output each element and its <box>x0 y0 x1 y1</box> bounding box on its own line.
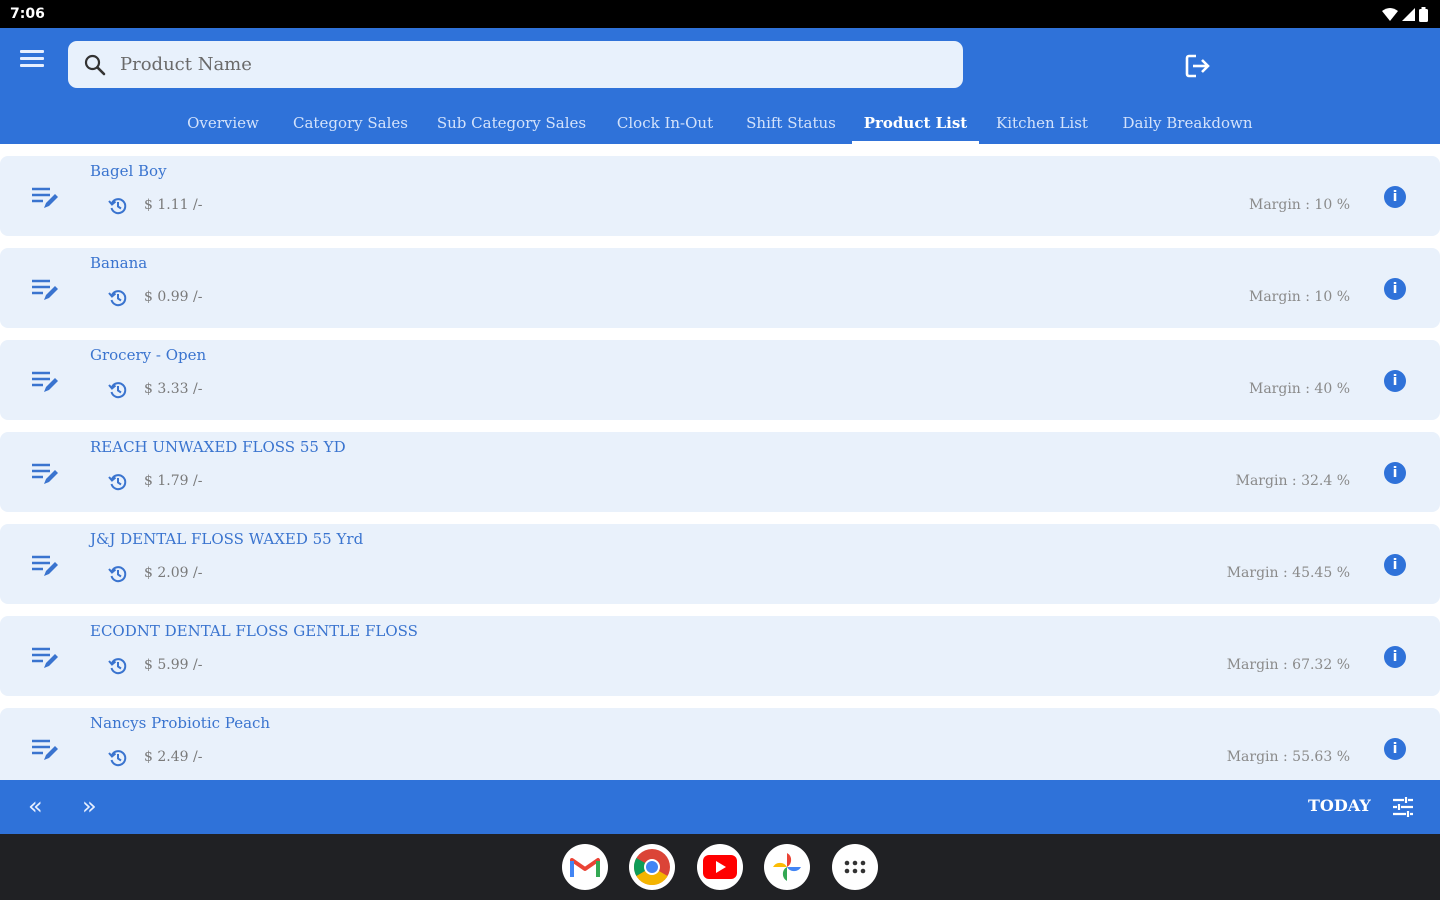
photos-icon[interactable] <box>764 844 810 890</box>
gmail-icon[interactable] <box>562 844 608 890</box>
tab-sub-category-sales[interactable]: Sub Category Sales <box>423 102 600 144</box>
tab-kitchen-list[interactable]: Kitchen List <box>979 102 1105 144</box>
history-icon <box>108 198 127 215</box>
product-price: $ 2.49 /- <box>144 749 203 765</box>
status-bar: 7:06 <box>0 0 1440 28</box>
tab-daily-breakdown[interactable]: Daily Breakdown <box>1105 102 1270 144</box>
product-name: J&J DENTAL FLOSS WAXED 55 Yrd <box>90 530 364 548</box>
info-icon[interactable]: i <box>1384 462 1406 484</box>
tab-overview[interactable]: Overview <box>168 102 278 144</box>
history-icon <box>108 474 127 491</box>
chrome-icon[interactable] <box>629 844 675 890</box>
product-card[interactable]: Banana $ 0.99 /- Margin : 10 % i <box>0 248 1440 328</box>
history-icon <box>108 290 127 307</box>
bottom-toolbar: « » TODAY <box>0 780 1440 834</box>
info-icon[interactable]: i <box>1384 646 1406 668</box>
info-icon[interactable]: i <box>1384 370 1406 392</box>
history-icon <box>108 750 127 767</box>
status-time: 7:06 <box>10 6 45 22</box>
product-margin: Margin : 10 % <box>1248 289 1350 305</box>
tune-filter-icon[interactable] <box>1391 795 1415 819</box>
next-date-button[interactable]: » <box>82 794 97 818</box>
product-card[interactable]: Bagel Boy $ 1.11 /- Margin : 10 % i <box>0 156 1440 236</box>
product-margin: Margin : 55.63 % <box>1226 749 1350 765</box>
product-name: REACH UNWAXED FLOSS 55 YD <box>90 438 346 456</box>
product-margin: Margin : 32.4 % <box>1235 473 1350 489</box>
product-card[interactable]: J&J DENTAL FLOSS WAXED 55 Yrd $ 2.09 /- … <box>0 524 1440 604</box>
product-list[interactable]: Bagel Boy $ 1.11 /- Margin : 10 % i Bana… <box>0 144 1440 780</box>
product-price: $ 0.99 /- <box>144 289 203 305</box>
info-icon[interactable]: i <box>1384 278 1406 300</box>
wifi-icon <box>1382 7 1398 21</box>
product-card[interactable]: REACH UNWAXED FLOSS 55 YD $ 1.79 /- Marg… <box>0 432 1440 512</box>
product-price: $ 1.79 /- <box>144 473 203 489</box>
search-icon <box>84 54 106 75</box>
edit-note-icon[interactable] <box>32 278 60 302</box>
product-margin: Margin : 67.32 % <box>1226 657 1350 673</box>
logout-icon[interactable] <box>1182 52 1212 80</box>
product-price: $ 2.09 /- <box>144 565 203 581</box>
tab-category-sales[interactable]: Category Sales <box>278 102 423 144</box>
hamburger-menu-icon[interactable] <box>20 50 44 70</box>
info-icon[interactable]: i <box>1384 186 1406 208</box>
product-price: $ 5.99 /- <box>144 657 203 673</box>
youtube-icon[interactable] <box>697 844 743 890</box>
edit-note-icon[interactable] <box>32 370 60 394</box>
tab-clock-in-out[interactable]: Clock In-Out <box>600 102 730 144</box>
tab-product-list[interactable]: Product List <box>852 102 979 144</box>
product-name: ECODNT DENTAL FLOSS GENTLE FLOSS <box>90 622 418 640</box>
product-price: $ 1.11 /- <box>144 197 203 213</box>
edit-note-icon[interactable] <box>32 738 60 762</box>
product-name: Banana <box>90 254 148 272</box>
product-name: Bagel Boy <box>90 162 167 180</box>
signal-icon <box>1402 7 1415 21</box>
status-icons <box>1382 6 1428 22</box>
tab-shift-status[interactable]: Shift Status <box>730 102 852 144</box>
tab-bar: Overview Category Sales Sub Category Sal… <box>0 102 1440 144</box>
edit-note-icon[interactable] <box>32 186 60 210</box>
search-box[interactable] <box>68 41 963 88</box>
product-margin: Margin : 45.45 % <box>1226 565 1350 581</box>
info-icon[interactable]: i <box>1384 554 1406 576</box>
battery-icon <box>1419 6 1428 22</box>
product-name: Grocery - Open <box>90 346 207 364</box>
product-margin: Margin : 40 % <box>1248 381 1350 397</box>
product-card[interactable]: Grocery - Open $ 3.33 /- Margin : 40 % i <box>0 340 1440 420</box>
search-input[interactable] <box>120 54 920 75</box>
history-icon <box>108 658 127 675</box>
edit-note-icon[interactable] <box>32 554 60 578</box>
product-margin: Margin : 10 % <box>1248 197 1350 213</box>
product-card[interactable]: Nancys Probiotic Peach $ 2.49 /- Margin … <box>0 708 1440 780</box>
today-button[interactable]: TODAY <box>1308 796 1371 815</box>
product-card[interactable]: ECODNT DENTAL FLOSS GENTLE FLOSS $ 5.99 … <box>0 616 1440 696</box>
taskbar <box>0 834 1440 900</box>
edit-note-icon[interactable] <box>32 462 60 486</box>
history-icon <box>108 382 127 399</box>
app-header: Overview Category Sales Sub Category Sal… <box>0 28 1440 144</box>
product-price: $ 3.33 /- <box>144 381 203 397</box>
previous-date-button[interactable]: « <box>28 794 43 818</box>
info-icon[interactable]: i <box>1384 738 1406 760</box>
product-name: Nancys Probiotic Peach <box>90 714 271 732</box>
edit-note-icon[interactable] <box>32 646 60 670</box>
app-drawer-icon[interactable] <box>832 844 878 890</box>
history-icon <box>108 566 127 583</box>
